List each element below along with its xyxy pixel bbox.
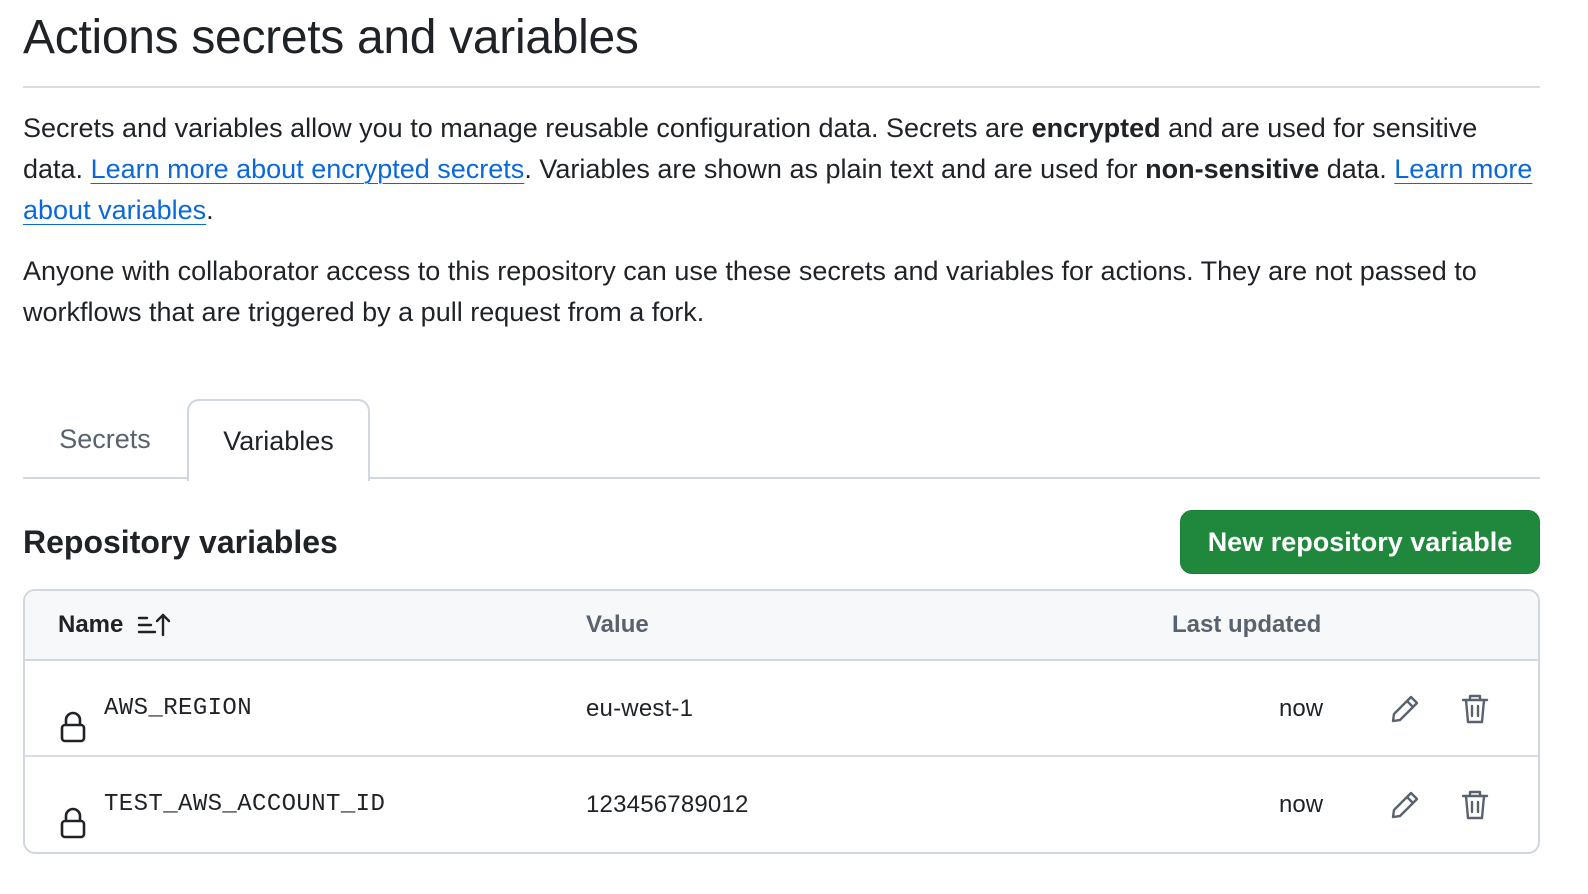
pencil-icon[interactable] <box>1387 787 1423 823</box>
lock-icon <box>59 785 87 839</box>
pencil-icon[interactable] <box>1387 691 1423 727</box>
sort-ascending-icon[interactable] <box>137 612 171 638</box>
column-header-last-updated: Last updated <box>1172 611 1322 638</box>
section-header: Repository variables New repository vari… <box>23 510 1540 574</box>
table-header: Name Value Last updated <box>25 591 1538 661</box>
variable-last-updated: now <box>1279 695 1324 722</box>
new-repository-variable-button[interactable]: New repository variable <box>1180 510 1540 574</box>
variable-name: TEST_AWS_ACCOUNT_ID <box>104 791 386 818</box>
table-row: AWS_REGION eu-west-1 now <box>25 661 1538 757</box>
section-title: Repository variables <box>23 524 338 560</box>
description-paragraph-2: Anyone with collaborator access to this … <box>23 256 1477 327</box>
description: Secrets and variables allow you to manag… <box>23 108 1540 333</box>
variable-value: eu-west-1 <box>586 695 694 722</box>
column-header-name[interactable]: Name <box>58 591 171 659</box>
variable-last-updated: now <box>1279 791 1324 818</box>
trash-icon[interactable] <box>1457 787 1493 823</box>
table-row: TEST_AWS_ACCOUNT_ID 123456789012 now <box>25 757 1538 852</box>
page-title: Actions secrets and variables <box>23 0 1540 88</box>
learn-more-secrets-link[interactable]: Learn more about encrypted secrets <box>91 154 525 184</box>
variable-name: AWS_REGION <box>104 695 253 722</box>
tab-bar: Secrets Variables <box>23 399 1540 481</box>
variable-value: 123456789012 <box>586 791 749 818</box>
tab-secrets[interactable]: Secrets <box>23 399 187 479</box>
column-header-value: Value <box>586 611 649 638</box>
trash-icon[interactable] <box>1457 691 1493 727</box>
tab-variables[interactable]: Variables <box>187 399 370 481</box>
description-paragraph-1: Secrets and variables allow you to manag… <box>23 113 1533 225</box>
lock-icon <box>59 689 87 743</box>
variables-table: Name Value Last updated AWS_REGION eu-we… <box>23 589 1540 854</box>
settings-page: Actions secrets and variables Secrets an… <box>0 0 1588 894</box>
